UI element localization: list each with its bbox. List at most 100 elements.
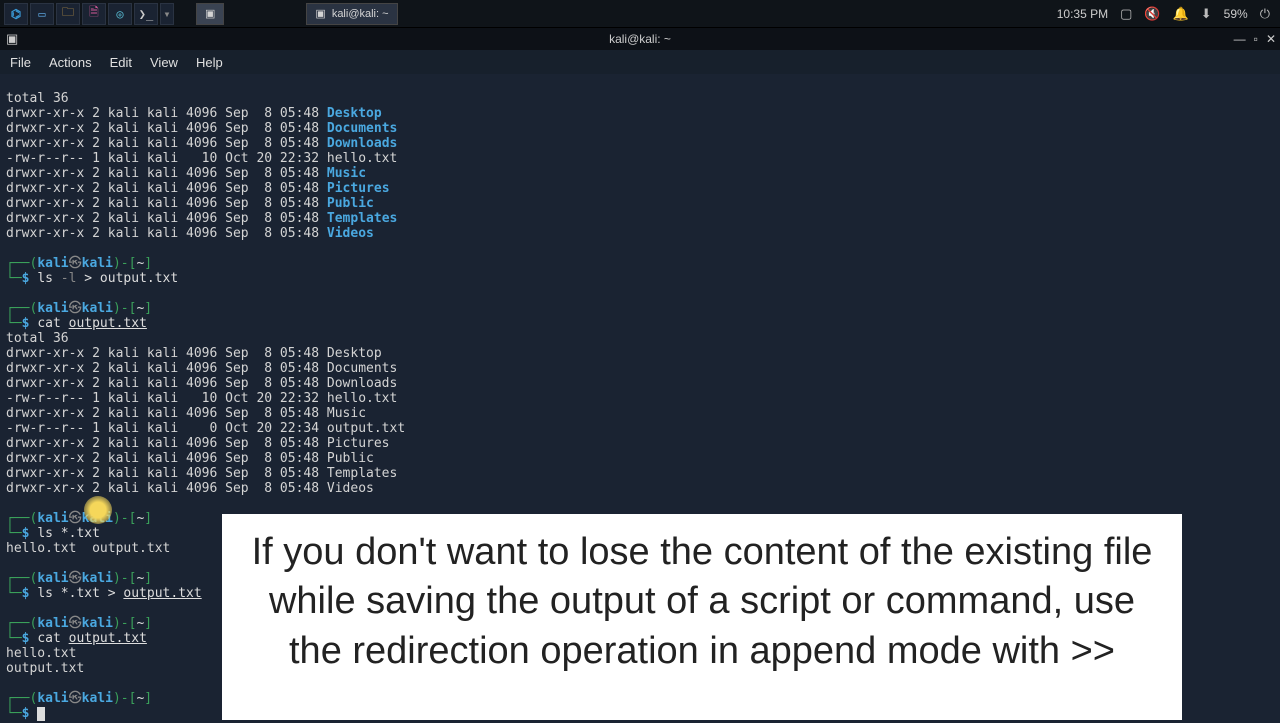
cat-total: total 36	[6, 331, 69, 346]
cat2-out: hello.txt	[6, 646, 76, 661]
ls-row: drwxr-xr-x 2 kali kali 4096 Sep 8 05:48	[6, 121, 327, 136]
dir-name: Downloads	[327, 136, 397, 151]
cat-row: drwxr-xr-x 2 kali kali 4096 Sep 8 05:48 …	[6, 346, 382, 361]
cat-row: drwxr-xr-x 2 kali kali 4096 Sep 8 05:48 …	[6, 436, 390, 451]
prompt-user: kali	[37, 256, 68, 271]
browser-icon[interactable]: ◎	[108, 3, 132, 25]
prompt-end: ]	[144, 301, 152, 316]
minimize-button[interactable]: —	[1234, 32, 1246, 46]
prompt-close: )-[	[113, 301, 136, 316]
clock[interactable]: 10:35 PM	[1057, 7, 1108, 21]
cmd-cat: cat	[37, 316, 68, 331]
prompt-at: ㉿	[69, 256, 82, 271]
menu-help[interactable]: Help	[196, 55, 223, 70]
dir-name: Videos	[327, 226, 374, 241]
ls-row: drwxr-xr-x 2 kali kali 4096 Sep 8 05:48	[6, 196, 327, 211]
prompt-close: )-[	[113, 511, 136, 526]
prompt-line2: └─	[6, 706, 22, 721]
prompt-user: kali	[37, 616, 68, 631]
prompt-close: )-[	[113, 256, 136, 271]
window-title-bar: ▣ kali@kali: ~ — ▫ ✕	[0, 28, 1280, 50]
prompt-user: kali	[37, 691, 68, 706]
prompt-dollar: $	[22, 526, 30, 541]
cmd-arg: output.txt	[69, 631, 147, 646]
prompt-host: kali	[82, 256, 113, 271]
prompt-dollar: $	[22, 271, 30, 286]
prompt-host: kali	[82, 301, 113, 316]
dir-name: Pictures	[327, 181, 390, 196]
prompt-user: kali	[37, 511, 68, 526]
cat-row: drwxr-xr-x 2 kali kali 4096 Sep 8 05:48 …	[6, 406, 366, 421]
cat-row: drwxr-xr-x 2 kali kali 4096 Sep 8 05:48 …	[6, 361, 397, 376]
prompt-host: kali	[82, 571, 113, 586]
dir-name: Music	[327, 166, 366, 181]
cmd-arg: output.txt	[123, 586, 201, 601]
dir-name: Documents	[327, 121, 397, 136]
close-button[interactable]: ✕	[1266, 32, 1276, 46]
caption-text: If you don't want to lose the content of…	[252, 531, 1153, 672]
prompt-line2: └─	[6, 526, 22, 541]
dir-name: Desktop	[327, 106, 382, 121]
maximize-button[interactable]: ▫	[1254, 32, 1258, 46]
taskbar-right: 10:35 PM ▢ 🔇 🔔 ⬇ 59% ⏻	[1057, 6, 1276, 22]
menu-edit[interactable]: Edit	[110, 55, 132, 70]
menu-view[interactable]: View	[150, 55, 178, 70]
ls-row: drwxr-xr-x 2 kali kali 4096 Sep 8 05:48	[6, 106, 327, 121]
prompt-dollar: $	[22, 586, 30, 601]
notifications-icon[interactable]: 🔔	[1173, 6, 1189, 22]
display-icon[interactable]: ▢	[1120, 6, 1132, 22]
taskbar-left: ⌬ ▭ 🗀 🗎 ◎ ❯_ ▾ ▣ ▣ kali@kali: ~	[4, 3, 398, 25]
prompt-host: kali	[82, 616, 113, 631]
taskbar-terminal-app-2[interactable]: ▣ kali@kali: ~	[306, 3, 397, 25]
taskbar-terminal-app-1[interactable]: ▣	[196, 3, 224, 25]
cat-row: drwxr-xr-x 2 kali kali 4096 Sep 8 05:48 …	[6, 451, 374, 466]
ls-row: -rw-r--r-- 1 kali kali 10 Oct 20 22:32 h…	[6, 151, 397, 166]
prompt-close: )-[	[113, 616, 136, 631]
menu-actions[interactable]: Actions	[49, 55, 92, 70]
prompt-at: ㉿	[69, 616, 82, 631]
prompt-end: ]	[144, 616, 152, 631]
cmd-ls: ls	[37, 271, 60, 286]
ls-row: drwxr-xr-x 2 kali kali 4096 Sep 8 05:48	[6, 226, 327, 241]
prompt-at: ㉿	[69, 511, 82, 526]
cursor	[37, 707, 45, 721]
prompt-dollar: $	[22, 706, 30, 721]
kali-menu-icon[interactable]: ⌬	[4, 3, 28, 25]
files-icon[interactable]: 🗀	[56, 3, 80, 25]
prompt-end: ]	[144, 511, 152, 526]
cat2-out: output.txt	[6, 661, 84, 676]
terminal-launcher-icon[interactable]: ❯_	[134, 3, 158, 25]
menu-file[interactable]: File	[10, 55, 31, 70]
prompt-user: kali	[37, 301, 68, 316]
cat-row: drwxr-xr-x 2 kali kali 4096 Sep 8 05:48 …	[6, 376, 397, 391]
dir-name: Public	[327, 196, 374, 211]
prompt-corner: ┌──(	[6, 571, 37, 586]
cat-row: -rw-r--r-- 1 kali kali 0 Oct 20 22:34 ou…	[6, 421, 405, 436]
prompt-end: ]	[144, 691, 152, 706]
dir-name: Templates	[327, 211, 397, 226]
cat-row: -rw-r--r-- 1 kali kali 10 Oct 20 22:32 h…	[6, 391, 397, 406]
ls-row: drwxr-xr-x 2 kali kali 4096 Sep 8 05:48	[6, 181, 327, 196]
taskbar-app-label: kali@kali: ~	[332, 8, 389, 20]
editor-icon[interactable]: 🗎	[82, 3, 106, 25]
prompt-close: )-[	[113, 691, 136, 706]
ls-row: drwxr-xr-x 2 kali kali 4096 Sep 8 05:48	[6, 211, 327, 226]
caption-overlay: If you don't want to lose the content of…	[222, 514, 1182, 720]
volume-icon[interactable]: 🔇	[1144, 6, 1160, 22]
cmd-arg: output.txt	[69, 316, 147, 331]
prompt-corner: ┌──(	[6, 301, 37, 316]
cmd-cat2: cat	[37, 631, 68, 646]
prompt-line2: └─	[6, 271, 22, 286]
ls-total: total 36	[6, 91, 69, 106]
dropdown-icon[interactable]: ▾	[160, 3, 174, 25]
power-icon[interactable]: ⏻	[1260, 6, 1270, 22]
window-title: kali@kali: ~	[609, 32, 671, 46]
battery-label[interactable]: 59%	[1224, 7, 1248, 21]
prompt-dollar: $	[22, 316, 30, 331]
prompt-corner: ┌──(	[6, 616, 37, 631]
prompt-line2: └─	[6, 316, 22, 331]
taskbar-desktop-icon[interactable]: ▭	[30, 3, 54, 25]
ls-txt-output: hello.txt output.txt	[6, 541, 170, 556]
cmd-ls-redirect: ls *.txt >	[37, 586, 123, 601]
updates-icon[interactable]: ⬇	[1201, 6, 1212, 22]
